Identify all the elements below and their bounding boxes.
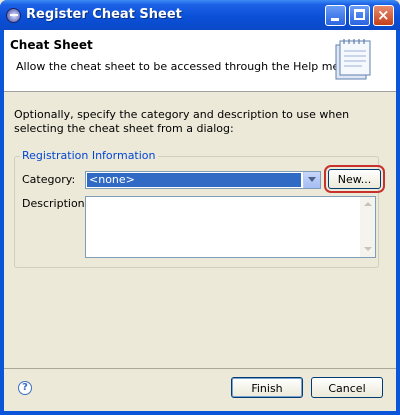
category-selected-value: <none> [87,173,301,187]
description-scrollbar[interactable] [360,197,375,257]
cancel-button[interactable]: Cancel [311,377,383,398]
registration-group-label: Registration Information [20,149,158,162]
footer-separator [4,368,396,369]
intro-text: Optionally, specify the category and des… [14,108,350,135]
dialog-window: Register Cheat Sheet × Cheat Sheet Allow… [0,0,400,415]
category-dropdown[interactable]: <none> [85,171,321,189]
notepad-wizard-icon [335,39,371,80]
description-label: Description: [22,197,89,210]
title-bar[interactable]: Register Cheat Sheet × [0,0,400,30]
minimize-button[interactable] [325,5,346,26]
finish-button[interactable]: Finish [231,377,303,398]
eclipse-icon [6,8,21,23]
chevron-down-icon[interactable] [303,172,320,188]
minimize-icon [331,18,339,21]
maximize-icon [354,9,365,20]
wizard-banner: Cheat Sheet Allow the cheat sheet to be … [4,30,396,92]
window-title: Register Cheat Sheet [26,7,182,22]
category-label: Category: [22,173,76,186]
help-icon[interactable]: ? [18,381,32,395]
dialog-client-area: Cheat Sheet Allow the cheat sheet to be … [4,30,396,411]
close-icon: × [377,6,390,24]
banner-description: Allow the cheat sheet to be accessed thr… [16,60,354,73]
banner-title: Cheat Sheet [10,38,93,52]
new-category-button[interactable]: New... [328,169,381,189]
scroll-up-icon[interactable] [362,199,373,210]
scroll-down-icon[interactable] [362,244,373,255]
maximize-button[interactable] [349,5,370,26]
description-field[interactable] [85,196,376,258]
close-button[interactable]: × [373,5,394,26]
